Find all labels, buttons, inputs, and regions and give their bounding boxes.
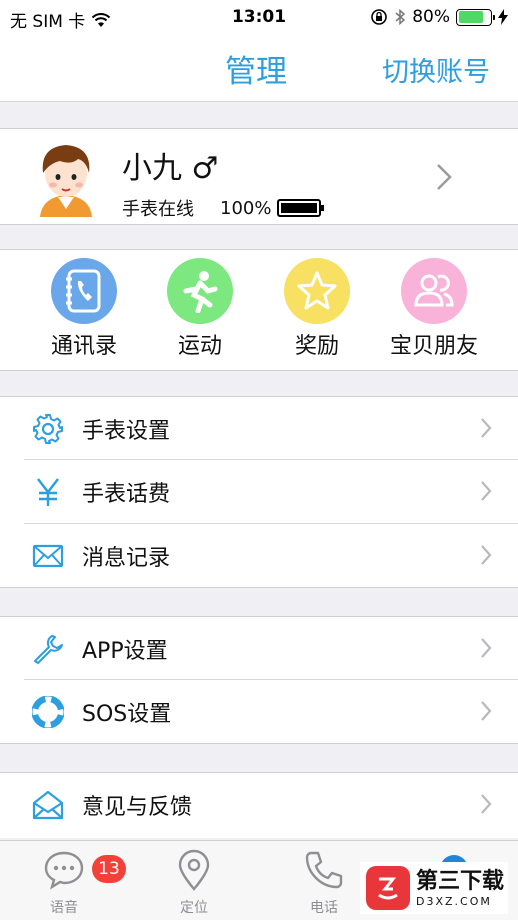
chevron-right-icon (481, 545, 492, 565)
unread-badge: 13 (92, 855, 126, 883)
status-bar: 无 SIM 卡 13:01 80% (0, 0, 518, 36)
gear-icon (33, 414, 63, 444)
star-icon (297, 271, 337, 310)
yen-icon (37, 478, 59, 506)
watch-status: 手表在线 (122, 199, 194, 220)
watch-battery-percent: 100% (220, 197, 272, 219)
sport-label: 运动 (177, 334, 222, 359)
tab-phone-label: 电话 (310, 900, 338, 916)
rewards-label: 奖励 (294, 334, 339, 359)
envelope-open-icon (32, 790, 64, 820)
child-name: 小九 (122, 151, 182, 186)
watch-battery-icon (277, 199, 325, 217)
tab-location[interactable]: 定位 (144, 849, 244, 917)
chevron-right-icon (481, 701, 492, 721)
tab-location-label: 定位 (180, 900, 208, 916)
tab-voice[interactable]: 语音 13 (14, 849, 126, 917)
contacts-icon (66, 269, 101, 313)
quick-actions: 通讯录 运动 奖励 宝贝朋友 (0, 249, 518, 371)
watch-settings-item[interactable]: 手表设置 (0, 396, 518, 460)
switch-account-button[interactable]: 切换账号 (382, 50, 490, 89)
battery-icon (456, 8, 495, 26)
feedback-label: 意见与反馈 (82, 795, 193, 820)
sport-button[interactable]: 运动 (140, 258, 260, 360)
watermark-title: 第三下载 (416, 868, 505, 894)
wrench-icon (34, 635, 63, 664)
contacts-label: 通讯录 (50, 334, 117, 359)
tab-phone[interactable]: 电话 (274, 849, 374, 917)
download-logo-icon (366, 866, 410, 910)
app-settings-label: APP设置 (82, 639, 168, 664)
baby-friends-label: 宝贝朋友 (389, 334, 478, 359)
lifebuoy-icon (32, 696, 64, 728)
chevron-right-icon (481, 638, 492, 658)
message-log-item[interactable]: 消息记录 (0, 524, 518, 588)
watch-fee-item[interactable]: 手表话费 (0, 460, 518, 524)
chevron-right-icon (481, 418, 492, 438)
watch-settings-label: 手表设置 (82, 419, 171, 444)
chevron-right-icon (481, 481, 492, 501)
watermark: 第三下载 D3XZ.COM (360, 862, 508, 914)
location-pin-icon (178, 849, 210, 891)
nav-bar: 管理 切换账号 (0, 36, 518, 102)
chevron-right-icon (437, 164, 452, 190)
watch-fee-label: 手表话费 (82, 482, 171, 507)
mail-icon (32, 544, 64, 568)
gender-icon: ♂ (191, 151, 219, 186)
message-log-label: 消息记录 (82, 546, 171, 571)
chat-icon (44, 851, 84, 890)
sos-settings-label: SOS设置 (82, 702, 172, 727)
app-settings-item[interactable]: APP设置 (0, 616, 518, 680)
friends-icon (414, 274, 454, 307)
page-title: 管理 (225, 54, 287, 90)
chevron-right-icon (481, 794, 492, 814)
sos-settings-item[interactable]: SOS设置 (0, 680, 518, 744)
running-icon (183, 271, 218, 313)
charging-bolt-icon (498, 9, 508, 25)
watermark-url: D3XZ.COM (416, 894, 492, 908)
rotation-lock-icon (371, 9, 388, 25)
tab-voice-label: 语音 (50, 900, 78, 916)
baby-friends-button[interactable]: 宝贝朋友 (374, 258, 494, 360)
child-profile-card[interactable]: 小九 ♂ 手表在线 100% (0, 128, 518, 225)
avatar (40, 145, 92, 217)
bluetooth-icon (395, 8, 406, 26)
rewards-button[interactable]: 奖励 (257, 258, 377, 360)
feedback-item[interactable]: 意见与反馈 (0, 772, 518, 838)
contacts-button[interactable]: 通讯录 (24, 258, 144, 360)
phone-icon (305, 851, 343, 889)
battery-percent: 80% (412, 7, 450, 27)
